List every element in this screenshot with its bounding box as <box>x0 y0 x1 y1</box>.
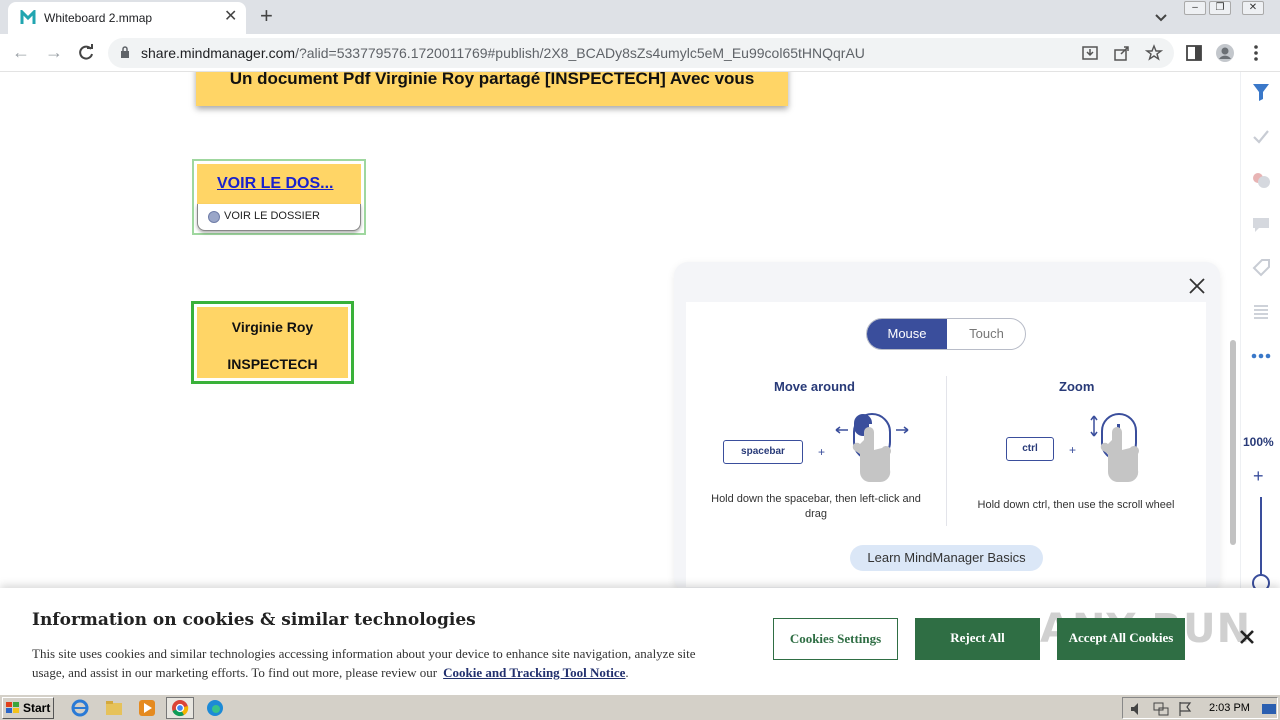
column-divider <box>946 376 947 526</box>
list-icon[interactable] <box>1251 302 1271 322</box>
browser-tab[interactable]: Whiteboard 2.mmap ✕ <box>8 2 246 34</box>
reject-all-button[interactable]: Reject All <box>915 618 1040 660</box>
navigation-help-panel: Mouse Touch Move around spacebar + Hold … <box>674 262 1220 592</box>
move-caption: Hold down the spacebar, then left-click … <box>711 493 921 520</box>
tab-title: Whiteboard 2.mmap <box>44 11 153 25</box>
reload-icon[interactable] <box>76 43 96 63</box>
minimize-icon[interactable]: – <box>1184 1 1206 15</box>
comment-icon[interactable] <box>1251 214 1271 234</box>
move-around-title: Move around <box>774 379 855 394</box>
filter-icon[interactable] <box>1251 82 1271 102</box>
zoom-in-icon[interactable]: + <box>1253 467 1264 485</box>
bookmark-star-icon[interactable] <box>1145 44 1163 62</box>
url-text: share.mindmanager.com/?alid=533779576.17… <box>141 45 865 61</box>
window-close-icon[interactable]: ✕ <box>1242 1 1264 15</box>
hyperlink-icon <box>208 211 220 223</box>
cookie-title: Information on cookies & similar technol… <box>32 610 476 630</box>
explorer-icon[interactable] <box>104 698 124 718</box>
cookie-notice-link[interactable]: Cookie and Tracking Tool Notice <box>443 665 625 680</box>
screen: Whiteboard 2.mmap ✕ + – ❐ ✕ ← → share.mi… <box>0 0 1280 720</box>
cookie-banner: Information on cookies & similar technol… <box>0 588 1280 694</box>
cookies-settings-button[interactable]: Cookies Settings <box>773 618 898 660</box>
install-icon[interactable] <box>1081 44 1099 62</box>
close-icon[interactable] <box>1238 628 1256 646</box>
central-topic-text: Un document Pdf Virginie Roy partagé [IN… <box>229 72 755 88</box>
zoom-slider-track[interactable] <box>1260 497 1262 582</box>
mouse-drag-icon <box>835 413 909 483</box>
task-icon[interactable] <box>1251 170 1271 190</box>
link-topic-title[interactable]: VOIR LE DOS... <box>217 175 333 193</box>
address-bar[interactable]: share.mindmanager.com/?alid=533779576.17… <box>108 38 1174 68</box>
link-topic-sub-text[interactable]: VOIR LE DOSSIER <box>224 210 320 222</box>
edge-icon[interactable] <box>205 698 225 718</box>
action-center-flag-icon[interactable] <box>1177 701 1193 717</box>
tab-search-chevron-icon[interactable] <box>1152 8 1170 26</box>
accept-all-button[interactable]: Accept All Cookies <box>1057 618 1185 660</box>
clock: 2:03 PM <box>1209 702 1250 714</box>
browser-toolbar: ← → share.mindmanager.com/?alid=53377957… <box>0 34 1280 72</box>
new-tab-icon[interactable]: + <box>260 5 273 27</box>
mouse-scroll-icon <box>1090 413 1139 483</box>
link-topic-attachment[interactable]: VOIR LE DOSSIER <box>197 204 361 231</box>
learn-basics-button[interactable]: Learn MindManager Basics <box>850 545 1043 571</box>
person-topic-body: Virginie Roy INSPECTECH <box>197 307 348 378</box>
chrome-icon <box>172 700 189 717</box>
start-button[interactable]: Start <box>2 697 54 719</box>
right-sidebar: 100% + <box>1240 72 1280 592</box>
mindmanager-logo-icon <box>20 10 36 24</box>
ie-icon[interactable] <box>70 698 90 718</box>
lock-icon <box>121 46 129 58</box>
zoom-plus: + <box>1069 443 1077 457</box>
system-tray: 2:03 PM <box>1122 697 1278 719</box>
show-desktop-icon[interactable] <box>1261 701 1277 717</box>
move-plus: + <box>818 445 826 459</box>
input-mode-toggle: Mouse Touch <box>866 318 1026 350</box>
tab-touch[interactable]: Touch <box>947 319 1025 349</box>
forward-icon[interactable]: → <box>43 42 65 64</box>
restore-icon[interactable]: ❐ <box>1209 1 1231 15</box>
profile-avatar-icon[interactable] <box>1215 43 1235 63</box>
tag-icon[interactable] <box>1251 258 1271 278</box>
zoom-title: Zoom <box>1059 379 1095 394</box>
ctrl-key: ctrl <box>1006 437 1054 461</box>
vertical-scrollbar[interactable] <box>1230 340 1236 545</box>
side-panel-icon[interactable] <box>1184 43 1204 63</box>
browser-tab-bar: Whiteboard 2.mmap ✕ + – ❐ ✕ <box>0 0 1280 34</box>
close-icon[interactable] <box>1186 275 1208 297</box>
link-topic-header[interactable]: VOIR LE DOS... <box>197 164 361 204</box>
windows-taskbar: Start 2:03 PM <box>0 694 1280 720</box>
back-icon[interactable]: ← <box>10 42 32 64</box>
link-topic-node[interactable]: VOIR LE DOS... VOIR LE DOSSIER <box>192 159 366 235</box>
central-topic-node[interactable]: Un document Pdf Virginie Roy partagé [IN… <box>196 72 788 106</box>
start-label: Start <box>23 701 51 715</box>
cookie-text: This site uses cookies and similar techn… <box>32 644 712 682</box>
person-topic-node[interactable]: Virginie Roy INSPECTECH <box>191 301 354 384</box>
share-icon[interactable] <box>1113 44 1131 62</box>
person-name: Virginie Roy <box>231 319 314 335</box>
zoom-caption: Hold down ctrl, then use the scroll whee… <box>977 499 1175 511</box>
media-player-icon[interactable] <box>137 698 157 718</box>
chrome-taskbar-button[interactable] <box>166 697 194 719</box>
tab-mouse[interactable]: Mouse <box>867 319 947 349</box>
help-card: Mouse Touch Move around spacebar + Hold … <box>686 302 1206 587</box>
volume-icon[interactable] <box>1129 701 1145 717</box>
check-icon[interactable] <box>1251 127 1271 147</box>
more-icon[interactable] <box>1251 346 1271 366</box>
network-icon[interactable] <box>1153 701 1169 717</box>
browser-menu-icon[interactable] <box>1246 43 1266 63</box>
windows-logo-icon <box>6 702 19 713</box>
person-company: INSPECTECH <box>227 356 318 372</box>
spacebar-key: spacebar <box>723 440 803 464</box>
zoom-level: 100% <box>1243 435 1274 449</box>
cookie-period: . <box>625 665 629 680</box>
tab-close-icon[interactable]: ✕ <box>224 9 237 25</box>
